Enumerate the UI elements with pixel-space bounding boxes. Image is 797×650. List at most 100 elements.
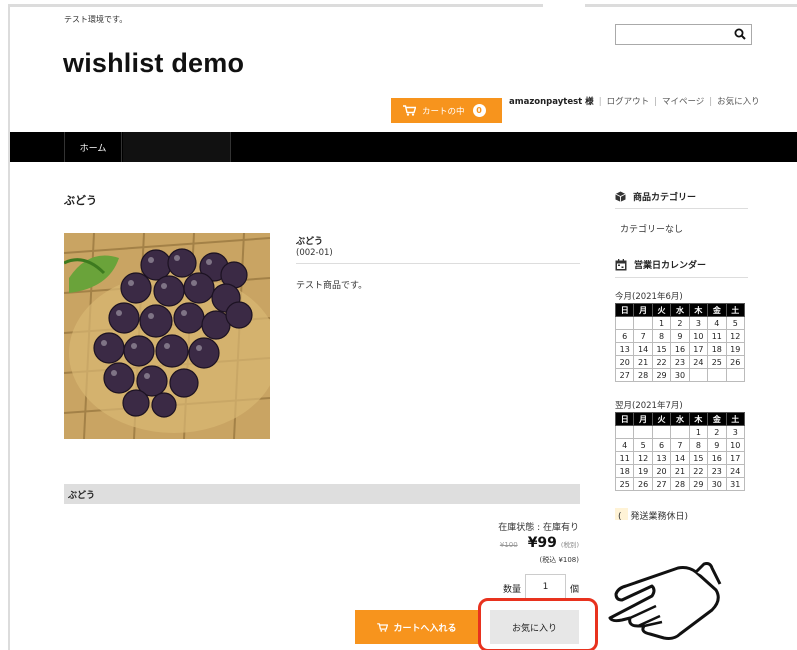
calendar-day: 27 [651, 477, 672, 491]
category-heading: 商品カテゴリー [615, 190, 696, 203]
calendar-day: 3 [725, 425, 746, 439]
calendar-week: 11 12 13 14 15 16 17 [614, 451, 746, 465]
calendar-day: 24 [725, 464, 746, 478]
page-title: ぶどう [64, 194, 97, 207]
calendar-next-title: 翌月(2021年7月) [615, 401, 683, 411]
weekday-thu: 木 [688, 303, 709, 317]
favorites-link[interactable]: お気に入り [717, 97, 760, 107]
calendar-day: 5 [633, 438, 653, 452]
site-title[interactable]: wishlist demo [63, 48, 244, 79]
calendar-day: 19 [633, 464, 653, 478]
calendar-week: 25 26 27 28 29 30 31 [614, 477, 746, 491]
quantity-label: 数量 [503, 585, 522, 595]
calendar-day: 7 [633, 329, 653, 343]
weekday-wed: 水 [670, 412, 690, 426]
cart-icon [403, 105, 416, 116]
calendar-day: 2 [707, 425, 727, 439]
product-name: ぶどう [296, 237, 324, 247]
add-to-cart-label: カートへ入れる [393, 623, 457, 634]
calendar-week: 18 19 20 21 22 23 24 [614, 464, 746, 478]
quantity-input[interactable]: 1 [525, 574, 566, 599]
calendar-next-month: 日 月 火 水 木 金 土 123 4 5 6 7 8 9 10 11 12 13 14 15 16 1… [614, 412, 746, 491]
calendar-day: 26 [725, 355, 746, 369]
calendar-current-title: 今月(2021年6月) [615, 292, 683, 302]
calendar-day: 18 [614, 464, 635, 478]
cart-button[interactable]: カートの中 0 [391, 98, 502, 123]
calendar-day: 14 [633, 342, 653, 356]
calendar-day: 15 [651, 342, 672, 356]
calendar-day: 10 [725, 438, 746, 452]
calendar-day: 12 [725, 329, 746, 343]
calendar-day [614, 425, 635, 439]
calendar-day: 14 [670, 451, 690, 465]
calendar-day: 8 [688, 438, 709, 452]
calendar-day: 24 [688, 355, 709, 369]
calendar-week: 12345 [614, 316, 746, 330]
weekday-sat: 土 [725, 412, 746, 426]
calendar-day: 26 [633, 477, 653, 491]
cart-count-badge: 0 [472, 104, 486, 117]
calendar-week: 27 28 29 30 [614, 368, 746, 382]
calendar-day: 28 [633, 368, 653, 382]
nav-item-blank [123, 132, 231, 162]
tax-note: (税別) [560, 541, 579, 549]
calendar-day: 11 [707, 329, 727, 343]
calendar-day: 21 [633, 355, 653, 369]
search-input[interactable] [615, 24, 752, 45]
user-links: amazonpaytest 様 | ログアウト | マイページ | お気に入り [509, 97, 760, 107]
calendar-day: 30 [670, 368, 690, 382]
calendar-day: 7 [670, 438, 690, 452]
add-to-cart-button[interactable]: カートへ入れる [355, 610, 479, 644]
weekday-wed: 水 [670, 303, 690, 317]
weekday-fri: 金 [707, 303, 727, 317]
calendar-day: 11 [614, 451, 635, 465]
calendar-day: 13 [651, 451, 672, 465]
holiday-legend-text: ( 発送業務休日) [618, 512, 689, 522]
weekday-tue: 火 [651, 303, 672, 317]
calendar-day: 2 [670, 316, 690, 330]
calendar-week: 13 14 15 16 17 18 19 [614, 342, 746, 356]
calendar-day: 3 [688, 316, 709, 330]
product-divider [296, 263, 580, 264]
mypage-link[interactable]: マイページ [662, 97, 704, 107]
calendar-day: 29 [688, 477, 709, 491]
calendar-day [725, 368, 746, 382]
pointing-hand-icon [608, 562, 722, 640]
old-price: ¥100 [499, 541, 518, 549]
calendar-day: 22 [688, 464, 709, 478]
calendar-day: 17 [725, 451, 746, 465]
nav-item-home[interactable]: ホーム [64, 132, 122, 162]
cart-icon [377, 622, 389, 632]
calendar-day: 1 [688, 425, 709, 439]
calendar-day: 23 [670, 355, 690, 369]
calendar-day: 17 [688, 342, 709, 356]
calendar-day: 12 [633, 451, 653, 465]
product-description: テスト商品です。 [296, 281, 368, 291]
box-icon [615, 191, 626, 202]
logout-link[interactable]: ログアウト [607, 97, 650, 107]
calendar-day: 21 [670, 464, 690, 478]
calendar-current-month: 日 月 火 水 木 金 土 12345 6 7 8 9 10 11 12 13 14 15 16 1… [614, 303, 746, 382]
calendar-day: 25 [614, 477, 635, 491]
weekday-sun: 日 [614, 412, 635, 426]
calendar-heading: 営業日カレンダー [615, 258, 706, 271]
category-empty-text: カテゴリーなし [620, 225, 684, 235]
calendar-day: 19 [725, 342, 746, 356]
calendar-day [614, 316, 635, 330]
product-image [64, 233, 270, 439]
calendar-day: 31 [725, 477, 746, 491]
calendar-heading-text: 営業日カレンダー [634, 261, 707, 271]
site-tagline: テスト環境です。 [64, 15, 128, 24]
search-icon[interactable] [734, 28, 746, 40]
weekday-tue: 火 [651, 412, 672, 426]
weekday-sun: 日 [614, 303, 635, 317]
quantity-unit: 個 [570, 585, 580, 595]
calendar-day: 15 [688, 451, 709, 465]
price-row: ¥100 ¥99 (税別) [500, 535, 579, 551]
calendar-day: 16 [670, 342, 690, 356]
calendar-day: 10 [688, 329, 709, 343]
calendar-day: 28 [670, 477, 690, 491]
calendar-day: 6 [614, 329, 635, 343]
calendar-day: 1 [651, 316, 672, 330]
product-code: (002-01) [296, 248, 333, 258]
